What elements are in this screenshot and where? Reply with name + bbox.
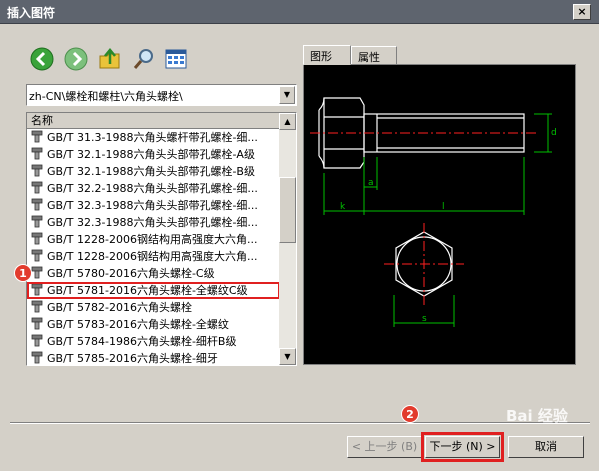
up-folder-button[interactable] [97,46,123,72]
magnifier-icon [133,49,153,69]
list-item-label: GB/T 1228-2006钢结构用高强度大六角... [47,233,258,246]
annotation-badge-1: 1 [14,264,32,282]
bolt-preview: d a k l s [303,64,576,365]
dim-label-l: l [442,202,445,212]
tab-graphic[interactable]: 图形 [303,45,351,65]
path-combo[interactable]: zh-CN\螺栓和螺柱\六角头螺栓\ ▼ [26,84,297,106]
list-item-label: GB/T 32.2-1988六角头头部带孔螺栓-细... [47,182,258,195]
chevron-down-icon[interactable]: ▼ [279,86,295,104]
dim-label-a: a [368,178,374,188]
list-item[interactable]: GB/T 5780-2016六角头螺栓-C级 [27,265,280,282]
bolt-icon [31,266,43,279]
annotation-badge-2: 2 [401,405,419,423]
dim-label-k: k [340,202,346,212]
grid-view-icon [165,49,187,69]
list-item[interactable]: GB/T 5784-1986六角头螺栓-细杆B级 [27,333,280,350]
cancel-button[interactable]: 取消 [508,436,584,458]
view-button[interactable] [163,46,189,72]
next-button[interactable]: 下一步 (N) > [421,432,504,462]
title-bar: 插入图符 × [0,0,599,24]
list-item-label: GB/T 32.3-1988六角头头部带孔螺栓-细... [47,216,258,229]
list-item[interactable]: GB/T 32.1-1988六角头头部带孔螺栓-B级 [27,163,280,180]
watermark-logo: Bai 经验 [506,407,568,425]
list-item[interactable]: GB/T 1228-2006钢结构用高强度大六角... [27,231,280,248]
list-item[interactable]: GB/T 31.3-1988六角头螺杆带孔螺栓-细... [27,129,280,146]
list-item[interactable]: GB/T 32.1-1988六角头头部带孔螺栓-A级 [27,146,280,163]
forward-button[interactable] [63,46,89,72]
list-item[interactable]: GB/T 5783-2016六角头螺栓-全螺纹 [27,316,280,333]
search-button[interactable] [131,46,157,72]
list-item[interactable]: GB/T 5782-2016六角头螺栓 [27,299,280,316]
list-item-label: GB/T 5785-2016六角头螺栓-细牙 [47,352,218,365]
bolt-icon [31,181,43,194]
bolt-icon [31,317,43,330]
scroll-thumb[interactable] [279,177,296,243]
list-item-label: GB/T 5783-2016六角头螺栓-全螺纹 [47,318,229,331]
list-item-label: GB/T 32.1-1988六角头头部带孔螺栓-A级 [47,148,255,161]
path-value: zh-CN\螺栓和螺柱\六角头螺栓\ [29,90,183,103]
dim-label-s: s [422,314,427,324]
list-item-label: GB/T 5784-1986六角头螺栓-细杆B级 [47,335,237,348]
window-title: 插入图符 [7,6,56,20]
scroll-up-icon[interactable]: ▲ [279,113,296,130]
list-rows: GB/T 31.3-1988六角头螺杆带孔螺栓-细... GB/T 32.1-19… [27,129,280,365]
bolt-icon [31,147,43,160]
symbol-list[interactable]: 名称 GB/T 31.3-1988六角头螺杆带孔螺栓-细... GB/T 32.1… [26,112,297,366]
arrow-right-icon [64,47,88,71]
bolt-icon [31,232,43,245]
tab-attributes[interactable]: 属性 [351,46,397,65]
list-item[interactable]: GB/T 1228-2006钢结构用高强度大六角... [27,248,280,265]
list-item-label: GB/T 5780-2016六角头螺栓-C级 [47,267,215,280]
bolt-icon [31,130,43,143]
list-item-label: GB/T 32.1-1988六角头头部带孔螺栓-B级 [47,165,255,178]
list-item[interactable]: GB/T 32.3-1988六角头头部带孔螺栓-细... [27,214,280,231]
folder-up-icon [99,48,120,69]
bolt-drawing: d a k l s [310,97,557,327]
close-button[interactable]: × [573,4,591,20]
column-header-name[interactable]: 名称 [27,113,280,129]
dim-label-d: d [551,128,557,138]
list-item[interactable]: GB/T 32.3-1988六角头头部带孔螺栓-细... [27,197,280,214]
list-item[interactable]: GB/T 32.2-1988六角头头部带孔螺栓-细... [27,180,280,197]
bolt-icon [31,351,43,364]
list-item-label: GB/T 5781-2016六角头螺栓-全螺纹C级 [47,284,248,297]
list-item[interactable]: GB/T 5781-2016六角头螺栓-全螺纹C级 [27,282,280,299]
list-item[interactable]: GB/T 5785-2016六角头螺栓-细牙 [27,350,280,365]
bolt-icon [31,283,43,296]
scroll-down-icon[interactable]: ▼ [279,348,296,365]
back-button[interactable] [29,46,55,72]
list-item-label: GB/T 5782-2016六角头螺栓 [47,301,192,314]
bolt-icon [31,164,43,177]
separator [10,422,590,424]
bolt-icon [31,300,43,313]
bolt-icon [31,215,43,228]
arrow-left-icon [30,47,54,71]
list-item-label: GB/T 32.3-1988六角头头部带孔螺栓-细... [47,199,258,212]
bolt-icon [31,249,43,262]
list-item-label: GB/T 1228-2006钢结构用高强度大六角... [47,250,258,263]
vertical-scrollbar[interactable]: ▲ ▼ [279,113,296,365]
list-item-label: GB/T 31.3-1988六角头螺杆带孔螺栓-细... [47,131,258,144]
bolt-icon [31,198,43,211]
prev-button[interactable]: < 上一步 (B) [347,436,422,458]
bolt-icon [31,334,43,347]
